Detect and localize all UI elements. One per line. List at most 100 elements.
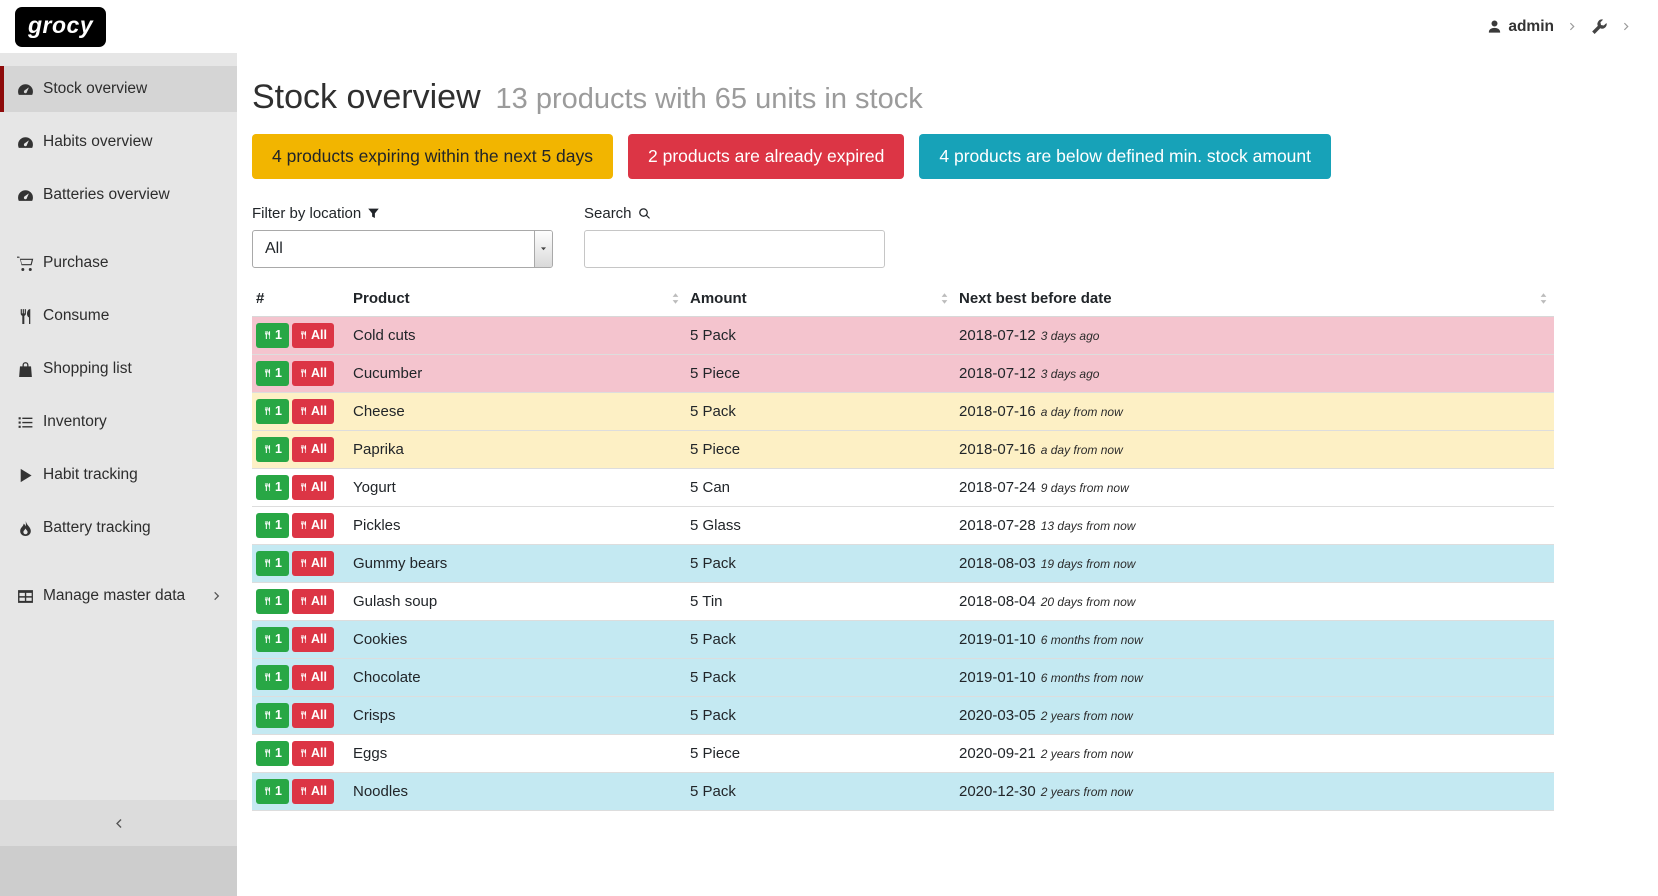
sort-icon[interactable] <box>1537 292 1550 305</box>
flame-icon <box>17 520 34 537</box>
alerts-row: 4 products expiring within the next 5 da… <box>252 134 1554 179</box>
sidebar-item-stock-overview[interactable]: Stock overview <box>0 66 237 112</box>
sidebar-item-habit-tracking[interactable]: Habit tracking <box>0 452 237 498</box>
utensils-icon <box>263 709 272 721</box>
settings-menu[interactable] <box>1591 18 1608 35</box>
product-name: Gummy bears <box>349 544 686 582</box>
consume-all-button[interactable]: All <box>292 741 334 766</box>
dropdown-arrow-icon <box>534 231 552 267</box>
consume-all-button[interactable]: All <box>292 399 334 424</box>
app-logo-text: grocy <box>28 12 93 38</box>
sidebar-item-purchase[interactable]: Purchase <box>0 240 237 286</box>
header-actions: admin <box>1487 18 1632 36</box>
consume-all-button[interactable]: All <box>292 665 334 690</box>
wrench-icon <box>1591 18 1608 35</box>
page-heading: Stock overview 13 products with 65 units… <box>252 77 1554 118</box>
location-filter-select[interactable]: All <box>252 230 553 268</box>
relative-date-note: 6 months from now <box>1041 671 1143 685</box>
best-before-date: 2020-12-302 years from now <box>955 772 1554 810</box>
table-row: 1AllCheese5 Pack2018-07-16a day from now <box>252 392 1554 430</box>
best-before-date: 2018-08-0420 days from now <box>955 582 1554 620</box>
sidebar-collapse-button[interactable] <box>0 800 237 846</box>
consume-all-button[interactable]: All <box>292 627 334 652</box>
sidebar-item-manage-master-data[interactable]: Manage master data <box>0 573 237 619</box>
relative-date-note: 3 days ago <box>1041 329 1100 343</box>
relative-date-note: 20 days from now <box>1041 595 1136 609</box>
consume-one-button[interactable]: 1 <box>256 665 289 690</box>
relative-date-note: 2 years from now <box>1041 747 1133 761</box>
table-row: 1AllCold cuts5 Pack2018-07-123 days ago <box>252 316 1554 354</box>
utensils-icon <box>299 367 308 379</box>
relative-date-note: a day from now <box>1041 443 1123 457</box>
sidebar-item-habits-overview[interactable]: Habits overview <box>0 119 237 165</box>
sidebar-item-battery-tracking[interactable]: Battery tracking <box>0 505 237 551</box>
relative-date-note: a day from now <box>1041 405 1123 419</box>
best-before-date: 2018-07-123 days ago <box>955 354 1554 392</box>
alert-danger-button[interactable]: 2 products are already expired <box>628 134 904 179</box>
alert-info-button[interactable]: 4 products are below defined min. stock … <box>919 134 1331 179</box>
consume-one-button[interactable]: 1 <box>256 551 289 576</box>
alert-warning-button[interactable]: 4 products expiring within the next 5 da… <box>252 134 613 179</box>
search-label: Search <box>584 205 885 222</box>
app-logo[interactable]: grocy <box>15 7 106 47</box>
utensils-icon <box>299 785 308 797</box>
column-header-product[interactable]: Product <box>349 286 686 317</box>
search-group: Search <box>584 205 885 268</box>
consume-all-button[interactable]: All <box>292 779 334 804</box>
consume-all-button[interactable]: All <box>292 437 334 462</box>
consume-all-button[interactable]: All <box>292 589 334 614</box>
row-actions-cell: 1All <box>252 468 349 506</box>
column-header-best-before[interactable]: Next best before date <box>955 286 1554 317</box>
utensils-icon <box>263 443 272 455</box>
filter-icon <box>367 207 380 220</box>
sidebar-item-batteries-overview[interactable]: Batteries overview <box>0 172 237 218</box>
consume-one-button[interactable]: 1 <box>256 513 289 538</box>
consume-one-button[interactable]: 1 <box>256 703 289 728</box>
user-icon <box>1487 19 1502 34</box>
table-icon <box>17 588 34 605</box>
sort-icon[interactable] <box>669 292 682 305</box>
sidebar-item-inventory[interactable]: Inventory <box>0 399 237 445</box>
column-header-amount[interactable]: Amount <box>686 286 955 317</box>
row-actions-cell: 1All <box>252 544 349 582</box>
best-before-date: 2019-01-106 months from now <box>955 620 1554 658</box>
consume-all-button[interactable]: All <box>292 703 334 728</box>
consume-all-button[interactable]: All <box>292 323 334 348</box>
consume-one-button[interactable]: 1 <box>256 779 289 804</box>
consume-one-button[interactable]: 1 <box>256 589 289 614</box>
consume-one-button[interactable]: 1 <box>256 323 289 348</box>
sidebar-item-consume[interactable]: Consume <box>0 293 237 339</box>
relative-date-note: 2 years from now <box>1041 709 1133 723</box>
table-row: 1AllPickles5 Glass2018-07-2813 days from… <box>252 506 1554 544</box>
consume-all-button[interactable]: All <box>292 513 334 538</box>
table-row: 1AllChocolate5 Pack2019-01-106 months fr… <box>252 658 1554 696</box>
best-before-date: 2020-09-212 years from now <box>955 734 1554 772</box>
consume-all-button[interactable]: All <box>292 475 334 500</box>
relative-date-note: 2 years from now <box>1041 785 1133 799</box>
row-actions-cell: 1All <box>252 772 349 810</box>
consume-one-button[interactable]: 1 <box>256 399 289 424</box>
product-amount: 5 Piece <box>686 354 955 392</box>
utensils-icon <box>263 557 272 569</box>
product-amount: 5 Pack <box>686 544 955 582</box>
consume-one-button[interactable]: 1 <box>256 627 289 652</box>
utensils-icon <box>263 633 272 645</box>
product-amount: 5 Pack <box>686 392 955 430</box>
consume-all-button[interactable]: All <box>292 551 334 576</box>
consume-one-button[interactable]: 1 <box>256 361 289 386</box>
consume-one-button[interactable]: 1 <box>256 741 289 766</box>
sidebar-item-shopping-list[interactable]: Shopping list <box>0 346 237 392</box>
consume-one-button[interactable]: 1 <box>256 437 289 462</box>
sidebar-item-label: Habit tracking <box>43 466 138 484</box>
tachometer-icon <box>17 187 34 204</box>
sidebar-item-label: Purchase <box>43 254 108 272</box>
product-amount: 5 Pack <box>686 658 955 696</box>
user-menu[interactable]: admin <box>1487 18 1554 36</box>
search-input[interactable] <box>584 230 885 268</box>
row-actions-cell: 1All <box>252 734 349 772</box>
sort-icon[interactable] <box>938 292 951 305</box>
sidebar-footer <box>0 846 237 896</box>
consume-one-button[interactable]: 1 <box>256 475 289 500</box>
consume-all-button[interactable]: All <box>292 361 334 386</box>
row-actions-cell: 1All <box>252 354 349 392</box>
